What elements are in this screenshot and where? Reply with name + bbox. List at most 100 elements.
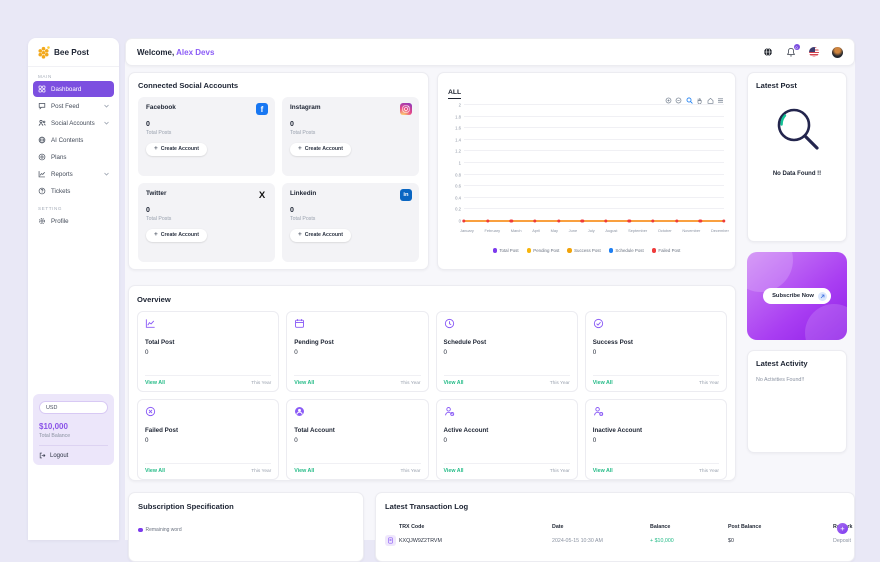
stat-active-account: Active Account 0 View All This Year <box>436 399 578 480</box>
view-all-link[interactable]: View All <box>294 380 314 386</box>
legend-item[interactable]: Total Post <box>493 248 519 253</box>
legend-item[interactable]: Success Post <box>567 248 600 253</box>
arrow-up-right-icon <box>818 292 827 301</box>
sidebar-item-label: Plans <box>51 154 66 161</box>
sidebar-item-ai-contents[interactable]: AI Contents <box>33 132 114 148</box>
plus-icon: + <box>298 146 302 153</box>
social-tile-instagram: Instagram 0 Total Posts +Create Account <box>282 97 419 176</box>
subscribe-now-button[interactable]: Subscribe Now <box>763 288 831 304</box>
sidebar-item-label: Tickets <box>51 188 70 195</box>
zoom-in-icon[interactable] <box>665 97 672 104</box>
view-all-link[interactable]: View All <box>444 380 464 386</box>
sidebar-item-reports[interactable]: Reports <box>33 166 114 182</box>
menu-icon[interactable] <box>717 97 724 104</box>
grid-line <box>464 116 724 117</box>
stat-value: 0 <box>294 349 420 356</box>
latest-transaction-log-card: Latest Transaction Log TRX Code Date Bal… <box>375 492 855 562</box>
overview-card: Overview Total Post 0 View AllThis Year … <box>128 285 736 481</box>
legend-item[interactable]: Schedule Post <box>609 248 644 253</box>
grid-line <box>464 197 724 198</box>
sidebar-item-tickets[interactable]: Tickets <box>33 183 114 199</box>
view-all-link[interactable]: View All <box>593 468 613 474</box>
create-account-label: Create Account <box>305 146 343 152</box>
sidebar-item-label: Social Accounts <box>51 120 95 127</box>
table-row[interactable]: KXQJW9Z2TRVM 2024-05-15 10:30 AM + $10,0… <box>385 535 845 546</box>
facebook-icon: f <box>256 103 268 115</box>
period-label: This Year <box>550 469 570 474</box>
dashboard-icon <box>38 85 46 93</box>
flag-button[interactable] <box>809 47 819 57</box>
y-axis-tick: 0.6 <box>455 184 461 189</box>
x-axis-label: September <box>628 228 647 233</box>
app-logo[interactable]: Bee Post <box>28 38 119 67</box>
create-account-label: Create Account <box>161 146 199 152</box>
x-axis-label: February <box>485 228 501 233</box>
view-all-link[interactable]: View All <box>593 380 613 386</box>
create-account-button[interactable]: +Create Account <box>290 229 351 242</box>
data-point-marker <box>510 219 513 222</box>
home-icon[interactable] <box>707 97 714 104</box>
cell-remark: Deposit <box>833 538 853 544</box>
social-name: Facebook <box>146 104 267 111</box>
sidebar-item-dashboard[interactable]: Dashboard <box>33 81 114 97</box>
data-point-marker <box>462 219 465 222</box>
currency-select[interactable]: USD <box>39 401 108 414</box>
social-name: Twitter <box>146 190 267 197</box>
cell-date: 2024-05-15 10:30 AM <box>552 538 650 544</box>
view-all-link[interactable]: View All <box>294 468 314 474</box>
legend-item[interactable]: Failed Post <box>652 248 681 253</box>
post-count: 0 <box>146 207 267 214</box>
legend-dot <box>567 248 571 252</box>
gear-icon <box>38 217 46 225</box>
view-all-link[interactable]: View All <box>444 468 464 474</box>
create-account-button[interactable]: +Create Account <box>146 143 207 156</box>
magnifier-illustration-icon <box>771 104 823 156</box>
x-axis-label: March <box>511 228 522 233</box>
sidebar-item-post-feed[interactable]: Post Feed <box>33 98 114 114</box>
chevron-down-icon <box>104 104 109 108</box>
stat-inactive-account: Inactive Account 0 View AllThis Year <box>585 399 727 480</box>
data-point-marker <box>533 219 536 222</box>
view-all-link[interactable]: View All <box>145 468 165 474</box>
stat-value: 0 <box>444 437 570 444</box>
create-account-button[interactable]: +Create Account <box>290 143 351 156</box>
balance-label: Total Balance <box>39 433 108 446</box>
chart-legend: Total Post Pending Post Success Post Schedu… <box>438 248 735 253</box>
x-axis-label: November <box>682 228 700 233</box>
legend-label: Total Post <box>499 248 518 253</box>
data-point-marker <box>722 219 725 222</box>
language-button[interactable] <box>763 47 773 57</box>
zoom-out-icon[interactable] <box>675 97 682 104</box>
y-axis-tick: 1 <box>459 161 461 166</box>
stat-label: Active Account <box>444 427 570 434</box>
cell-balance: + $10,000 <box>650 538 728 544</box>
chevron-down-icon <box>104 172 109 176</box>
sidebar-item-plans[interactable]: Plans <box>33 149 114 165</box>
stat-label: Schedule Post <box>444 339 570 346</box>
notifications-button[interactable]: 0 <box>786 47 796 57</box>
data-point-marker <box>699 219 702 222</box>
legend-item[interactable]: Pending Post <box>527 248 560 253</box>
post-feed-icon <box>38 102 46 110</box>
grid-line <box>464 208 724 209</box>
document-icon <box>385 535 396 546</box>
pan-icon[interactable] <box>696 97 703 104</box>
logout-icon <box>39 452 46 459</box>
logout-button[interactable]: Logout <box>39 452 108 459</box>
stat-failed-post: Failed Post 0 View AllThis Year <box>137 399 279 480</box>
profile-avatar[interactable] <box>832 47 843 58</box>
view-all-link[interactable]: View All <box>145 380 165 386</box>
tab-all[interactable]: ALL <box>448 89 461 99</box>
sidebar-item-profile[interactable]: Profile <box>33 213 114 229</box>
create-account-label: Create Account <box>161 232 199 238</box>
balance-card: USD $10,000 Total Balance Logout <box>33 394 114 465</box>
stat-value: 0 <box>145 437 271 444</box>
us-flag-icon <box>809 47 819 57</box>
sidebar-item-social-accounts[interactable]: Social Accounts <box>33 115 114 131</box>
view-more-button[interactable]: + <box>837 523 848 534</box>
calendar-icon <box>294 318 305 329</box>
period-label: This Year <box>550 381 570 386</box>
create-account-button[interactable]: +Create Account <box>146 229 207 242</box>
selection-zoom-icon[interactable] <box>686 97 693 104</box>
y-axis-tick: 1.2 <box>455 149 461 154</box>
